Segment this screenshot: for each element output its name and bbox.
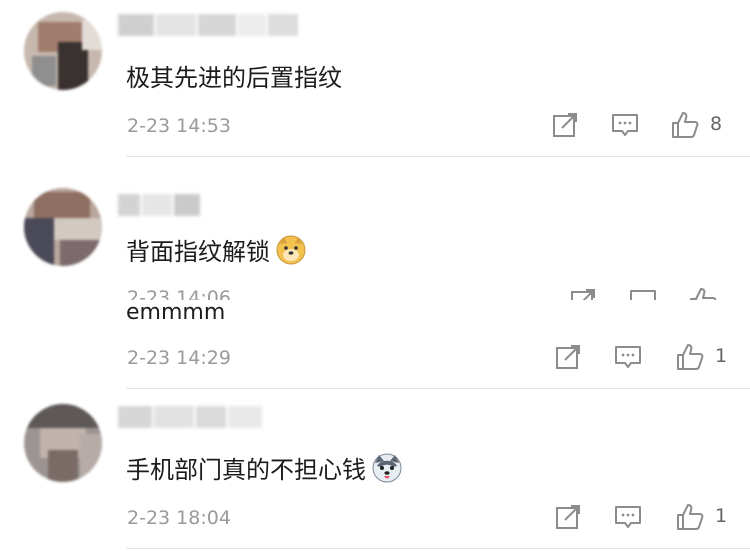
reply-button[interactable]	[613, 502, 643, 532]
comment-text: 手机部门真的不担心钱	[126, 450, 402, 485]
divider	[126, 156, 750, 157]
comment-actions: 1	[548, 502, 748, 532]
husky-emoji	[372, 453, 402, 482]
comment-text: emmmm	[126, 300, 225, 325]
comment-text: 极其先进的后置指纹	[126, 58, 342, 93]
thumbs-up-icon	[677, 504, 704, 530]
share-icon	[556, 505, 580, 529]
share-button[interactable]	[550, 110, 580, 140]
comment-text: 背面指纹解锁	[126, 232, 306, 267]
comment-text-content: 极其先进的后置指纹	[126, 64, 342, 92]
comment-actions: 1	[548, 342, 748, 372]
thumbs-up-icon	[677, 344, 704, 370]
like-button[interactable]	[675, 502, 705, 532]
comment-item: emmmm 2-23 14:29 1	[0, 296, 750, 392]
share-button[interactable]	[553, 342, 583, 372]
comment-item: 手机部门真的不担心钱 2-23 18:04 1	[0, 392, 750, 551]
avatar[interactable]	[24, 188, 102, 266]
comment-time: 2-23 18:04	[127, 507, 231, 529]
thumbs-up-icon	[672, 112, 699, 138]
reply-button[interactable]	[610, 110, 640, 140]
avatar[interactable]	[24, 12, 102, 90]
comment-text-content: 背面指纹解锁	[126, 238, 270, 266]
comment-time: 2-23 14:29	[127, 347, 231, 369]
comment-time: 2-23 14:53	[127, 115, 231, 137]
share-icon	[553, 113, 577, 137]
share-icon	[556, 345, 580, 369]
share-button[interactable]	[553, 502, 583, 532]
comment-text-content: 手机部门真的不担心钱	[126, 456, 366, 484]
divider	[126, 548, 750, 549]
comment-item: 背面指纹解锁	[0, 160, 750, 280]
username-redacted	[118, 14, 298, 36]
reply-button[interactable]	[613, 342, 643, 372]
username-redacted	[118, 194, 200, 216]
comment-icon	[615, 506, 641, 528]
comment-icon	[612, 114, 638, 136]
divider	[126, 388, 750, 389]
like-count: 8	[710, 113, 723, 135]
like-button[interactable]	[670, 110, 700, 140]
comment-actions: 8	[548, 110, 748, 140]
like-button[interactable]	[675, 342, 705, 372]
username-redacted	[118, 406, 262, 428]
doge-emoji	[276, 235, 306, 264]
like-count: 1	[715, 505, 728, 527]
like-count: 1	[715, 345, 728, 367]
avatar[interactable]	[24, 404, 102, 482]
comment-icon	[615, 346, 641, 368]
comment-text-content: emmmm	[126, 300, 226, 325]
comment-item: 极其先进的后置指纹 2-23 14:53 8	[0, 0, 750, 160]
